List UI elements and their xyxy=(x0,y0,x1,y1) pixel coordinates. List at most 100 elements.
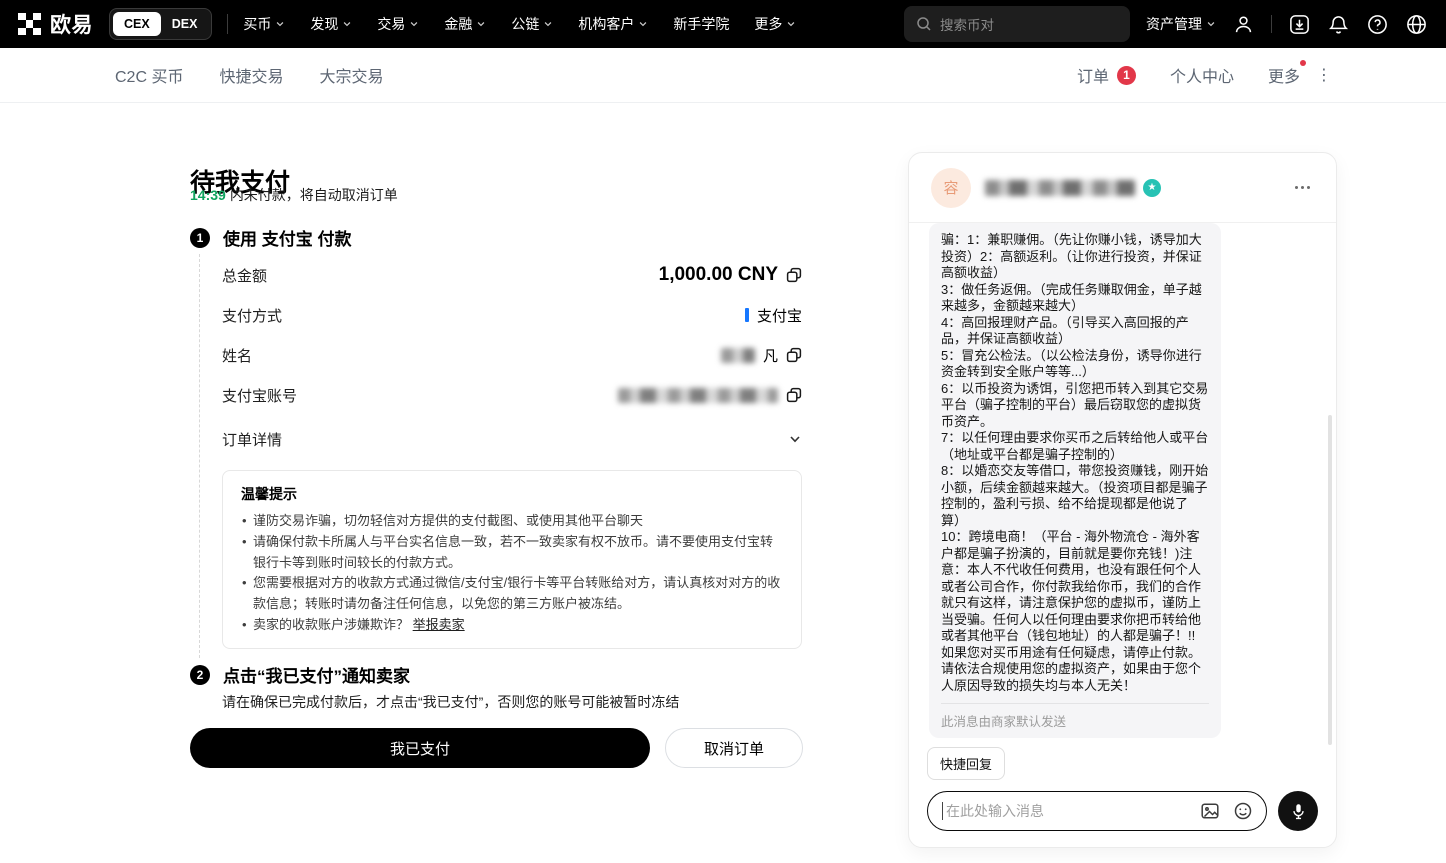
nav-label: 发现 xyxy=(310,14,338,34)
notice-item: 您需要根据对方的收款方式通过微信/支付宝/银行卡等平台转账给对方，请认真核对对方… xyxy=(241,573,783,615)
notice-report-item: 卖家的收款账户涉嫌欺诈？ 举报卖家 xyxy=(241,615,783,636)
emoji-icon[interactable] xyxy=(1233,801,1253,821)
order-details-toggle[interactable]: 订单详情 xyxy=(222,425,802,453)
amount-label: 总金额 xyxy=(222,265,267,286)
payment-method-row: 支付方式 支付宝 xyxy=(222,301,802,329)
nav-label: 机构客户 xyxy=(578,14,634,34)
chat-header: 容 ★ xyxy=(909,153,1336,223)
report-seller-link[interactable]: 举报卖家 xyxy=(413,617,465,632)
countdown-time: 14:39 xyxy=(190,187,226,203)
microphone-icon xyxy=(1289,802,1308,821)
search-box[interactable]: 搜索币对 xyxy=(904,6,1130,42)
notice-title: 温馨提示 xyxy=(241,484,783,504)
cex-toggle-button[interactable]: CEX xyxy=(113,12,161,36)
cex-dex-toggle: CEX DEX xyxy=(109,8,212,40)
subnav-right: 订单 1 个人中心 更多 ⋮ xyxy=(1077,63,1332,87)
text-caret xyxy=(942,802,943,820)
nav-label: 更多 xyxy=(754,14,782,34)
message-input[interactable]: 在此处输入消息 xyxy=(927,791,1267,831)
user-icon[interactable] xyxy=(1232,13,1255,36)
quick-reply-button[interactable]: 快捷回复 xyxy=(927,747,1005,780)
notice-item: 请确保付款卡所属人与平台实名信息一致，若不一致卖家有权不放币。请不要使用支付宝转… xyxy=(241,532,783,574)
chat-panel: 容 ★ 骗：1：兼职赚佣。（先让你赚小钱，诱导加大投资）2：高额返利。（让你进行… xyxy=(908,152,1337,848)
copy-icon[interactable] xyxy=(786,267,802,283)
divider xyxy=(941,703,1209,704)
payment-method-value: 支付宝 xyxy=(757,305,802,326)
chevron-down-icon xyxy=(1206,19,1216,29)
tab-c2c-buy[interactable]: C2C 买币 xyxy=(115,63,183,87)
nav-item-academy[interactable]: 新手学院 xyxy=(673,14,729,34)
chat-footer: 快捷回复 在此处输入消息 xyxy=(909,747,1336,847)
orders-label: 订单 xyxy=(1077,63,1109,87)
help-icon[interactable] xyxy=(1366,13,1389,36)
step-2-header: 2 点击“我已支付”通知卖家 xyxy=(190,662,410,687)
alipay-account-row: 支付宝账号 xyxy=(222,381,802,409)
chevron-down-icon xyxy=(342,19,352,29)
nav-label: 公链 xyxy=(511,14,539,34)
name-visible-char: 凡 xyxy=(763,345,778,366)
search-icon xyxy=(916,16,932,32)
nav-item-more[interactable]: 更多 xyxy=(754,14,796,34)
chevron-down-icon xyxy=(788,432,802,446)
orders-link[interactable]: 订单 1 xyxy=(1077,63,1136,87)
notifications-bell-icon[interactable] xyxy=(1327,13,1350,36)
chevron-down-icon xyxy=(543,19,553,29)
masked-account xyxy=(618,388,778,403)
chevron-down-icon xyxy=(476,19,486,29)
divider xyxy=(227,14,228,34)
step-connector-line xyxy=(199,254,200,658)
step-1-header: 1 使用 支付宝 付款 xyxy=(190,225,351,250)
chevron-down-icon xyxy=(275,19,285,29)
language-globe-icon[interactable] xyxy=(1405,13,1428,36)
nav-item-discover[interactable]: 发现 xyxy=(310,14,352,34)
message-input-placeholder: 在此处输入消息 xyxy=(946,801,1187,821)
nav-label: 交易 xyxy=(377,14,405,34)
step-1-number: 1 xyxy=(190,228,210,248)
chevron-down-icon xyxy=(638,19,648,29)
nav-item-institutions[interactable]: 机构客户 xyxy=(578,14,648,34)
nav-label: 买币 xyxy=(243,14,271,34)
nav-item-chain[interactable]: 公链 xyxy=(511,14,553,34)
merchant-message-bubble: 骗：1：兼职赚佣。（先让你赚小钱，诱导加大投资）2：高额返利。（让你进行投资，并… xyxy=(929,223,1221,738)
nav-item-buy-crypto[interactable]: 买币 xyxy=(243,14,285,34)
more-label: 更多 xyxy=(1268,63,1300,87)
alipay-icon xyxy=(745,308,749,322)
nav-label: 金融 xyxy=(444,14,472,34)
tab-block-trade[interactable]: 大宗交易 xyxy=(319,63,383,87)
chat-scrollbar[interactable] xyxy=(1328,415,1332,745)
assets-menu[interactable]: 资产管理 xyxy=(1146,14,1216,34)
download-app-icon[interactable] xyxy=(1288,13,1311,36)
amount-row: 总金额 1,000.00 CNY xyxy=(222,261,802,289)
alipay-account-label: 支付宝账号 xyxy=(222,385,297,406)
topbar-right: 搜索币对 资产管理 xyxy=(904,6,1428,42)
cancel-order-button[interactable]: 取消订单 xyxy=(665,728,803,768)
countdown-suffix: 内未付款，将自动取消订单 xyxy=(230,187,398,203)
okx-logo-icon xyxy=(18,13,41,36)
step-1-title: 使用 支付宝 付款 xyxy=(223,225,351,250)
tab-express-trade[interactable]: 快捷交易 xyxy=(219,63,283,87)
chat-menu-icon[interactable] xyxy=(1291,182,1314,193)
nav-item-trade[interactable]: 交易 xyxy=(377,14,419,34)
payment-method-label: 支付方式 xyxy=(222,305,282,326)
voice-message-button[interactable] xyxy=(1278,791,1318,831)
kebab-menu-icon[interactable]: ⋮ xyxy=(1316,65,1332,85)
profile-link[interactable]: 个人中心 xyxy=(1170,63,1234,87)
main-menu: 买币 发现 交易 金融 公链 机构客户 新手学院 更多 xyxy=(243,14,796,34)
copy-icon[interactable] xyxy=(786,347,802,363)
copy-icon[interactable] xyxy=(786,387,802,403)
page: 欧易 CEX DEX 买币 发现 交易 金融 公链 机构客户 新手学院 更多 搜… xyxy=(0,0,1446,863)
notice-box: 温馨提示 谨防交易诈骗，切勿轻信对方提供的支付截图、或使用其他平台聊天 请确保付… xyxy=(222,470,802,649)
orders-count-badge: 1 xyxy=(1117,66,1136,85)
merchant-avatar[interactable]: 容 xyxy=(931,168,971,208)
send-image-icon[interactable] xyxy=(1200,801,1220,821)
search-placeholder: 搜索币对 xyxy=(940,14,994,34)
countdown-line: 14:39内未付款，将自动取消订单 xyxy=(190,185,398,205)
dex-toggle-button[interactable]: DEX xyxy=(161,12,209,36)
nav-item-finance[interactable]: 金融 xyxy=(444,14,486,34)
brand-name: 欧易 xyxy=(50,9,93,39)
i-have-paid-button[interactable]: 我已支付 xyxy=(190,728,650,768)
okx-brand[interactable]: 欧易 xyxy=(18,9,93,39)
subnav-more-link[interactable]: 更多 xyxy=(1268,63,1304,87)
chat-input-row: 在此处输入消息 xyxy=(927,791,1318,831)
notice-list: 谨防交易诈骗，切勿轻信对方提供的支付截图、或使用其他平台聊天 请确保付款卡所属人… xyxy=(241,511,783,636)
